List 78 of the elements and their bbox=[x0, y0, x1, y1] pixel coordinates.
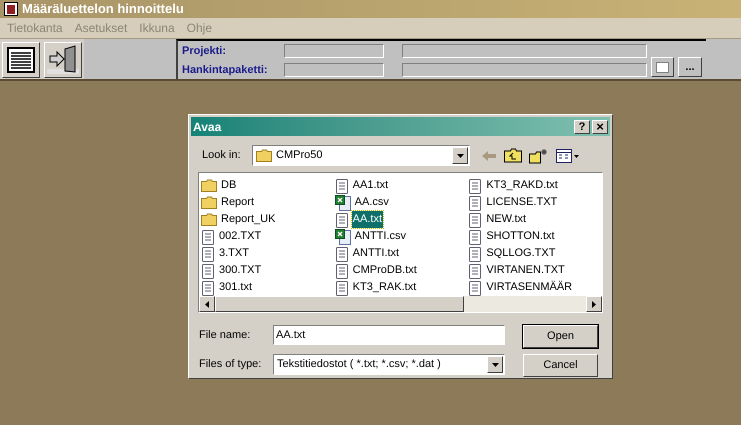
text-file-icon bbox=[334, 178, 349, 194]
text-file-icon bbox=[334, 212, 349, 228]
file-item[interactable]: Report_UK bbox=[220, 211, 276, 228]
book-icon bbox=[4, 2, 18, 16]
file-item[interactable]: 002.TXT bbox=[218, 228, 262, 245]
help-button[interactable]: ? bbox=[574, 120, 590, 134]
text-file-icon bbox=[468, 194, 482, 210]
file-type-label: Files of type: bbox=[199, 357, 262, 372]
file-item[interactable]: LICENSE.TXT bbox=[485, 194, 558, 211]
text-file-icon bbox=[468, 280, 482, 296]
folder-icon bbox=[201, 196, 217, 209]
file-item[interactable]: VIRTANEN.TXT bbox=[485, 262, 566, 279]
look-in-dropdown[interactable]: CMPro50 bbox=[252, 145, 470, 166]
text-file-icon bbox=[334, 262, 349, 278]
file-item[interactable]: NEW.txt bbox=[485, 211, 528, 228]
window-title: Määräluettelon hinnoittelu bbox=[22, 0, 184, 18]
input-field[interactable] bbox=[402, 62, 647, 77]
file-item[interactable]: CMProDB.txt bbox=[352, 262, 418, 279]
spreadsheet-icon bbox=[334, 228, 351, 244]
table-icon bbox=[7, 47, 35, 73]
text-file-icon bbox=[334, 280, 349, 296]
folder-icon bbox=[201, 213, 217, 226]
close-button[interactable]: × bbox=[592, 120, 608, 134]
file-item[interactable]: AA1.txt bbox=[352, 177, 390, 194]
horizontal-scrollbar[interactable] bbox=[199, 296, 602, 312]
table-button[interactable] bbox=[2, 42, 40, 78]
file-item[interactable]: ANTTI.txt bbox=[352, 245, 400, 262]
file-item[interactable]: 3.TXT bbox=[218, 245, 250, 262]
file-item[interactable]: SQLLOG.TXT bbox=[485, 245, 556, 262]
text-file-icon bbox=[201, 228, 215, 244]
color-button[interactable] bbox=[651, 57, 674, 77]
file-name-label: File name: bbox=[199, 328, 252, 343]
square-icon bbox=[656, 62, 669, 72]
new-folder-icon[interactable] bbox=[529, 148, 549, 164]
cancel-button[interactable]: Cancel bbox=[523, 354, 598, 377]
text-file-icon bbox=[334, 246, 349, 262]
text-file-icon bbox=[468, 178, 482, 194]
folder-icon bbox=[201, 179, 217, 192]
file-name-input[interactable]: AA.txt bbox=[273, 325, 505, 345]
exit-button[interactable] bbox=[44, 42, 82, 78]
text-file-icon bbox=[468, 262, 482, 278]
exit-door-icon bbox=[47, 45, 79, 75]
view-menu-icon[interactable] bbox=[556, 148, 580, 162]
file-item[interactable]: SHOTTON.txt bbox=[485, 228, 556, 245]
scroll-right-icon[interactable] bbox=[592, 300, 596, 308]
file-item[interactable]: Report bbox=[220, 194, 256, 211]
dialog-title: Avaa bbox=[193, 118, 222, 136]
file-item[interactable]: AA.csv bbox=[354, 194, 390, 211]
text-file-icon bbox=[201, 262, 215, 278]
file-item[interactable]: 301.txt bbox=[218, 279, 254, 296]
look-in-label: Look in: bbox=[202, 148, 242, 164]
up-folder-icon[interactable] bbox=[504, 148, 522, 163]
text-file-icon bbox=[468, 228, 482, 244]
text-file-icon bbox=[201, 246, 215, 262]
file-item[interactable]: ANTTI.csv bbox=[354, 228, 408, 245]
input-field[interactable] bbox=[284, 44, 384, 58]
scroll-thumb[interactable] bbox=[215, 296, 464, 312]
file-item[interactable]: 300.TXT bbox=[218, 262, 262, 279]
input-field[interactable] bbox=[284, 62, 384, 77]
file-type-dropdown[interactable]: Tekstitiedostot ( *.txt; *.csv; *.dat ) bbox=[273, 354, 505, 375]
file-item[interactable]: KT3_RAK.txt bbox=[352, 279, 418, 296]
spreadsheet-icon bbox=[334, 194, 351, 210]
file-item[interactable]: KT3_RAKD.txt bbox=[485, 177, 559, 194]
browse-button[interactable]: ... bbox=[678, 57, 702, 77]
folder-icon bbox=[256, 149, 272, 162]
text-file-icon bbox=[468, 246, 482, 262]
file-item[interactable]: AA.txt bbox=[352, 211, 384, 228]
input-field[interactable] bbox=[402, 44, 647, 58]
text-file-icon bbox=[468, 212, 482, 228]
open-button[interactable]: Open bbox=[523, 325, 598, 348]
file-item[interactable]: VIRTASENMÄÄR bbox=[485, 279, 574, 296]
scroll-left-icon[interactable] bbox=[205, 300, 209, 308]
field-label: Projekti: bbox=[182, 44, 228, 59]
look-in-value: CMPro50 bbox=[276, 148, 324, 164]
file-item[interactable]: DB bbox=[220, 177, 238, 194]
file-type-value: Tekstitiedostot ( *.txt; *.csv; *.dat ) bbox=[277, 357, 442, 372]
field-label: Hankintapaketti: bbox=[182, 62, 269, 78]
text-file-icon bbox=[201, 280, 215, 296]
